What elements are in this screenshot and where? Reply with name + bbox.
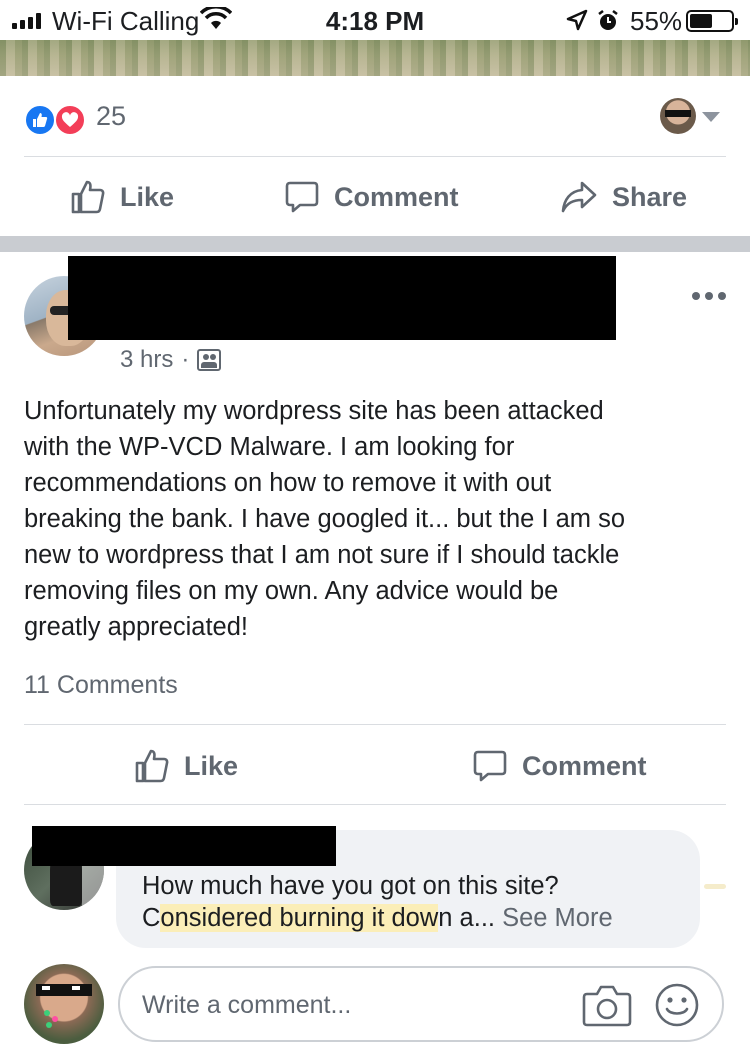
post-comment-button[interactable]: Comment: [472, 726, 647, 806]
redacted-author-name: [68, 256, 616, 340]
see-more-link[interactable]: See More: [502, 904, 613, 932]
like-button[interactable]: Like: [70, 157, 174, 237]
comments-count[interactable]: 11 Comments: [24, 671, 178, 700]
comment-button[interactable]: Comment: [284, 157, 459, 237]
meta-separator: ·: [181, 346, 190, 373]
section-separator: [0, 236, 750, 252]
highlight-mark: [704, 884, 726, 889]
comment-text-line1: How much have you got on this site?: [142, 872, 559, 900]
location-arrow-icon: [566, 9, 588, 36]
reactions-summary[interactable]: 25: [0, 76, 750, 158]
battery-icon: [686, 10, 738, 32]
divider: [24, 804, 726, 805]
redacted-commenter-name: [32, 826, 336, 866]
share-icon: [561, 181, 597, 213]
prev-post-actions: Like Comment Share: [0, 157, 750, 237]
comment-text-start: C: [142, 904, 161, 932]
love-icon: [54, 104, 86, 136]
post-comment-label: Comment: [522, 750, 647, 781]
camera-icon[interactable]: [582, 982, 632, 1028]
comment-text-end: n a...: [438, 904, 495, 932]
post-actions: Like Comment: [0, 726, 750, 806]
post-like-button[interactable]: Like: [134, 726, 238, 806]
share-button[interactable]: Share: [560, 157, 687, 237]
thumbs-up-icon: [71, 180, 105, 214]
more-options-icon[interactable]: [692, 292, 726, 300]
comment-input[interactable]: [142, 986, 562, 1024]
post-meta: 3 hrs ·: [120, 346, 222, 374]
status-bar: Wi-Fi Calling 4:18 PM 55%: [0, 0, 750, 40]
comment-icon: [285, 181, 319, 213]
alarm-icon: [596, 9, 620, 38]
comment-highlighted-text: onsidered burning it dow: [160, 904, 439, 932]
comment-text-line2: Considered burning it down a... See More: [142, 904, 613, 933]
share-label: Share: [612, 181, 688, 212]
thumbs-up-icon: [135, 749, 169, 783]
previous-post-photo[interactable]: [0, 40, 750, 76]
group-audience-icon: [197, 349, 222, 371]
viewer-avatar[interactable]: [660, 98, 696, 134]
chevron-down-icon[interactable]: [702, 112, 720, 122]
post-body: Unfortunately my wordpress site has been…: [24, 397, 626, 641]
post-like-label: Like: [184, 750, 239, 781]
reaction-count: 25: [96, 101, 127, 131]
current-user-avatar[interactable]: [24, 964, 104, 1044]
battery-percent: 55%: [630, 6, 683, 36]
like-icon: [24, 104, 56, 136]
like-label: Like: [120, 181, 175, 212]
post-timestamp[interactable]: 3 hrs: [120, 346, 173, 374]
comment-label: Comment: [334, 181, 459, 212]
comment-icon: [473, 750, 507, 782]
emoji-icon[interactable]: [654, 982, 700, 1028]
comment-composer[interactable]: [118, 966, 724, 1042]
divider: [24, 724, 726, 725]
